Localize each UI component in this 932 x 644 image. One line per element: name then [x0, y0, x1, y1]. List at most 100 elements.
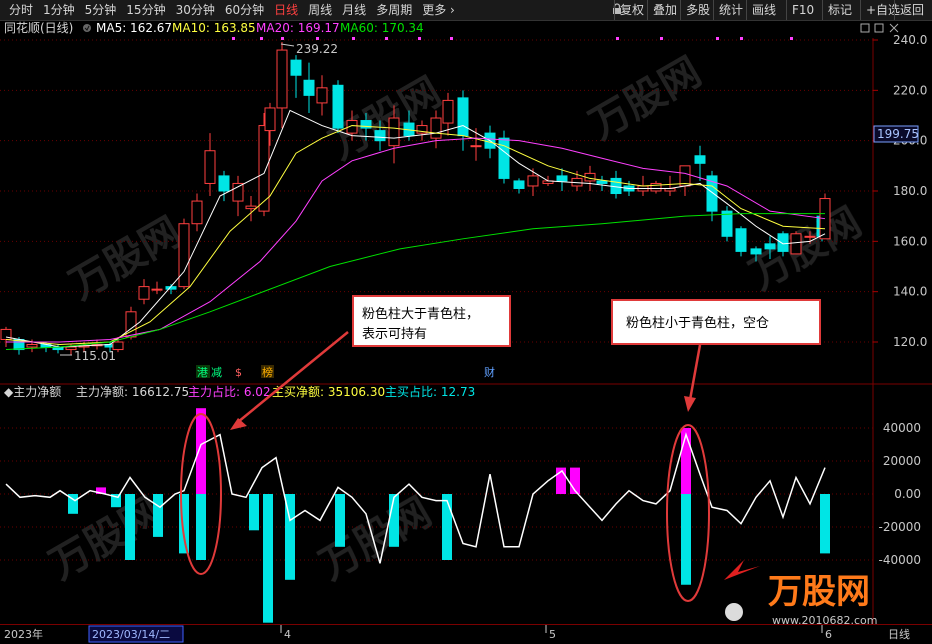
candle-up — [790, 233, 802, 255]
candle-up — [430, 117, 442, 139]
toolbar-button-5[interactable]: F10 — [786, 0, 819, 20]
sub-buy-ratio: 主买占比: 12.73 — [385, 384, 475, 399]
tab-3[interactable]: 15分钟 — [121, 0, 170, 20]
sub-ratio: 主力占比: 6.02 — [188, 384, 271, 399]
toolbar-button-8[interactable]: 返回 — [894, 0, 929, 20]
candle-down — [694, 155, 706, 164]
candle-up — [151, 288, 163, 291]
signal-dot — [450, 37, 453, 40]
price-axis-label: 220.0 — [893, 83, 927, 97]
candle-up — [232, 182, 244, 202]
period-toolbar: 分时1分钟5分钟15分钟30分钟60分钟日线周线月线多周期更多 复权叠加多股统计… — [0, 0, 932, 21]
date-axis: 2023年 2023/03/14/二 4 5 6 日线 — [0, 624, 932, 643]
price-axis-label: 140.0 — [893, 285, 927, 299]
candle-down — [735, 228, 747, 252]
candle-down — [218, 175, 230, 192]
high-price-label: 239.22 — [296, 42, 338, 56]
candle-up — [470, 145, 482, 148]
low-marker: 115.01 — [60, 349, 116, 363]
candle-up — [204, 150, 216, 184]
tab-4[interactable]: 30分钟 — [171, 0, 220, 20]
month-6: 6 — [825, 628, 832, 641]
tab-2[interactable]: 5分钟 — [80, 0, 122, 20]
candle-down — [374, 130, 386, 142]
sub-axis-label: 20000 — [883, 454, 921, 468]
cyan-bar — [196, 494, 206, 560]
event-tag[interactable]: 财 — [484, 365, 495, 379]
cursor-date: 2023/03/14/二 — [92, 628, 170, 641]
cyan-bar — [389, 494, 399, 547]
signal-dot — [385, 37, 388, 40]
toolbar-button-1[interactable]: 叠加 — [647, 0, 682, 20]
candle-down — [556, 175, 568, 182]
annotation-left: 粉色柱大于青色柱， 表示可持有 — [230, 295, 511, 430]
annotation-left-line2: 表示可持有 — [362, 327, 427, 342]
price-axis-label: 180.0 — [893, 184, 927, 198]
candle-up — [804, 235, 816, 238]
tab-7[interactable]: 周线 — [303, 0, 337, 20]
tab-0[interactable]: 分时 — [4, 0, 38, 20]
low-price-label: 115.01 — [74, 349, 116, 363]
ma5-label: MA5: 162.67 — [96, 21, 172, 35]
cyan-bar — [249, 494, 259, 531]
cyan-bar — [681, 494, 691, 585]
cyan-bar — [442, 494, 452, 560]
tab-1[interactable]: 1分钟 — [38, 0, 80, 20]
toolbar-button-4[interactable]: 画线 — [746, 0, 781, 20]
signal-dot — [232, 37, 235, 40]
tab-6[interactable]: 日线 — [269, 0, 303, 20]
signal-dot — [790, 37, 793, 40]
current-price-label: 199.75 — [877, 127, 919, 141]
toolbar-button-6[interactable]: 标记 — [822, 0, 857, 20]
tab-10[interactable]: 更多 — [417, 0, 460, 20]
logo-text: 万股网 — [768, 572, 870, 612]
watermark: 万股网 — [582, 49, 709, 149]
candle-up — [138, 286, 150, 300]
current-price-marker: 199.75 — [873, 125, 919, 143]
tab-8[interactable]: 月线 — [337, 0, 371, 20]
event-tag[interactable]: 榜 — [262, 365, 273, 379]
annotation-left-line1: 粉色柱大于青色柱， — [362, 306, 479, 322]
candle-up — [442, 99, 454, 124]
event-tag[interactable]: 港 — [197, 366, 208, 379]
sub-axis-label: 40000 — [883, 421, 921, 435]
signal-dot — [316, 37, 319, 40]
tab-5[interactable]: 60分钟 — [220, 0, 269, 20]
event-tags: 港 减 $ 榜 财 — [196, 365, 495, 379]
sub-title: ◆主力净额 — [4, 385, 61, 399]
toolbar-button-3[interactable]: 统计 — [713, 0, 748, 20]
sub-buy-net: 主买净额: 35106.30 — [272, 385, 385, 399]
ma10-label: MA10: 163.85 — [172, 21, 256, 35]
cyan-bar — [820, 494, 830, 554]
pink-bar — [196, 408, 206, 494]
candle-down — [764, 243, 776, 250]
toolbar-button-0[interactable]: 复权 — [614, 0, 649, 20]
pin-icon[interactable] — [860, 23, 870, 33]
candle-down — [457, 97, 469, 137]
candle-down — [750, 248, 762, 255]
candle-up — [264, 107, 276, 132]
candle-down — [498, 137, 510, 179]
sub-header: ◆主力净额 主力净额: 16612.75 主力占比: 6.02 主买净额: 35… — [4, 384, 475, 399]
brand-logo: 万股网 www.2010682.com — [724, 560, 877, 627]
candle-up — [191, 200, 203, 225]
sub-name: 主力净额 — [13, 385, 61, 399]
close-icon[interactable] — [889, 23, 899, 33]
signal-dot — [740, 37, 743, 40]
logo-arrow-icon — [724, 560, 760, 580]
candle-up — [178, 223, 190, 288]
event-tag[interactable]: 减 — [211, 366, 222, 379]
cyan-bar — [263, 494, 273, 623]
watermark: 万股网 — [312, 489, 439, 589]
sub-axis-label: 0.00 — [894, 487, 921, 501]
candle-up — [388, 117, 400, 147]
toolbar-button-2[interactable]: 多股 — [680, 0, 715, 20]
zoom-icon[interactable] — [874, 23, 884, 33]
candle-up — [679, 165, 691, 187]
month-5: 5 — [549, 628, 556, 641]
settings-icon[interactable] — [83, 24, 91, 32]
annotation-right: 粉色柱小于青色柱，空仓 — [611, 299, 821, 412]
main-header: 同花顺(日线) MA5: 162.67 MA10: 163.85 MA20: 1… — [4, 20, 899, 35]
tab-9[interactable]: 多周期 — [371, 0, 417, 20]
event-tag[interactable]: $ — [235, 366, 242, 379]
